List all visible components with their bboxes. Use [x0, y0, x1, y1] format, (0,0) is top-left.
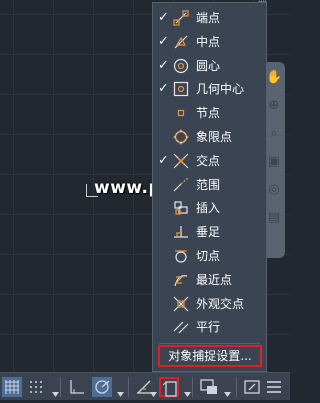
zoom-icon[interactable]: ⌕ — [266, 126, 282, 142]
osnap-menu-item[interactable]: 最近点 — [153, 269, 266, 293]
endpoint-icon — [173, 10, 189, 26]
chevron-down-icon[interactable] — [117, 383, 124, 397]
osnap-menu-item-label: 平行 — [196, 320, 221, 335]
check-icon: ✓ — [158, 152, 169, 168]
object-snap-icon[interactable] — [159, 377, 179, 397]
annotation-scale-icon[interactable] — [199, 377, 219, 397]
osnap-menu-item-label: 中点 — [196, 34, 221, 49]
tangent-icon — [173, 248, 189, 264]
geometric-center-icon — [173, 81, 189, 97]
chevron-down-icon[interactable] — [224, 383, 231, 397]
midpoint-icon — [173, 34, 189, 50]
osnap-menu-item-label: 最近点 — [196, 272, 233, 287]
parallel-icon — [173, 319, 189, 335]
osnap-menu-item[interactable]: 插入 — [153, 197, 266, 221]
osnap-menu-item[interactable]: 平行 — [153, 316, 266, 340]
customization-menu-icon[interactable] — [264, 377, 284, 397]
showmotion-icon[interactable]: ▣ — [266, 154, 282, 170]
extension-icon — [173, 177, 189, 193]
osnap-menu-item[interactable]: 垂足 — [153, 221, 266, 245]
perpendicular-icon — [173, 224, 189, 240]
chevron-down-icon[interactable] — [184, 383, 191, 397]
object-snap-menu: ✓ 端点 ✓ 中点 ✓ 圆心 ✓ 几何中心节点象限点 ✓ 交点范围插入垂足切点最近点外观交点平行 — [152, 2, 267, 372]
orbit-icon[interactable]: ⊕ — [266, 98, 282, 114]
osnap-menu-item[interactable]: 象限点 — [153, 126, 266, 150]
osnap-menu-item-label: 几何中心 — [196, 82, 245, 97]
osnap-menu-item[interactable]: 节点 — [153, 102, 266, 126]
chevron-down-icon[interactable] — [150, 383, 157, 397]
osnap-menu-item-label: 外观交点 — [196, 296, 245, 311]
osnap-menu-item-label: 端点 — [196, 11, 221, 25]
osnap-menu-item-label: 切点 — [196, 249, 221, 263]
menu-separator — [159, 343, 260, 344]
osnap-menu-item[interactable]: 范围 — [153, 174, 266, 198]
osnap-menu-item-label: 交点 — [196, 153, 221, 168]
osnap-menu-item[interactable]: ✓ 中点 — [153, 31, 266, 55]
chevron-down-icon[interactable] — [52, 383, 59, 397]
status-bar-divider — [236, 377, 237, 397]
steering-wheel-icon[interactable]: ◎ — [266, 182, 282, 198]
osnap-menu-item[interactable]: ✓ 端点 — [153, 7, 266, 31]
status-bar-divider — [60, 377, 61, 397]
intersection-icon — [173, 153, 189, 169]
crosshair-vertical — [86, 184, 87, 197]
status-bar-divider — [128, 377, 129, 397]
insertion-icon — [173, 200, 189, 216]
osnap-menu-item-label: 节点 — [196, 106, 221, 121]
osnap-menu-item[interactable]: 切点 — [153, 245, 266, 269]
osnap-menu-item-label: 插入 — [196, 201, 221, 216]
osnap-menu-item-label: 象限点 — [196, 130, 233, 144]
status-bar — [0, 372, 290, 400]
osnap-menu-item[interactable]: ✓ 交点 — [153, 150, 266, 174]
osnap-menu-item-label: 范围 — [196, 177, 221, 192]
quadrant-icon — [173, 129, 189, 145]
check-icon: ✓ — [158, 81, 169, 97]
osnap-menu-item-label: 圆心 — [196, 58, 221, 73]
osnap-menu-item[interactable]: ✓ 几何中心 — [153, 78, 266, 102]
osnap-menu-item-label: 垂足 — [196, 225, 221, 240]
pan-hand-icon[interactable]: ✋ — [266, 70, 282, 86]
nearest-icon — [173, 272, 189, 288]
check-icon: ✓ — [158, 33, 169, 49]
fullscreen-icon[interactable] — [242, 377, 262, 397]
center-icon — [173, 58, 189, 74]
status-bar-divider — [192, 377, 193, 397]
check-icon: ✓ — [158, 57, 169, 73]
node-icon — [173, 105, 189, 121]
apparent-intersection-icon — [173, 296, 189, 312]
polar-tracking-icon[interactable] — [92, 377, 112, 397]
snap-mode-icon[interactable] — [26, 377, 46, 397]
object-snap-settings-item[interactable]: 对象捕捉设置... — [158, 345, 262, 367]
ortho-mode-icon[interactable] — [67, 377, 87, 397]
check-icon: ✓ — [158, 10, 169, 25]
grid-display-icon[interactable] — [2, 377, 22, 397]
viewcube-icon[interactable]: ▤ — [266, 210, 282, 226]
osnap-menu-item[interactable]: ✓ 圆心 — [153, 55, 266, 79]
osnap-menu-item[interactable]: 外观交点 — [153, 293, 266, 317]
